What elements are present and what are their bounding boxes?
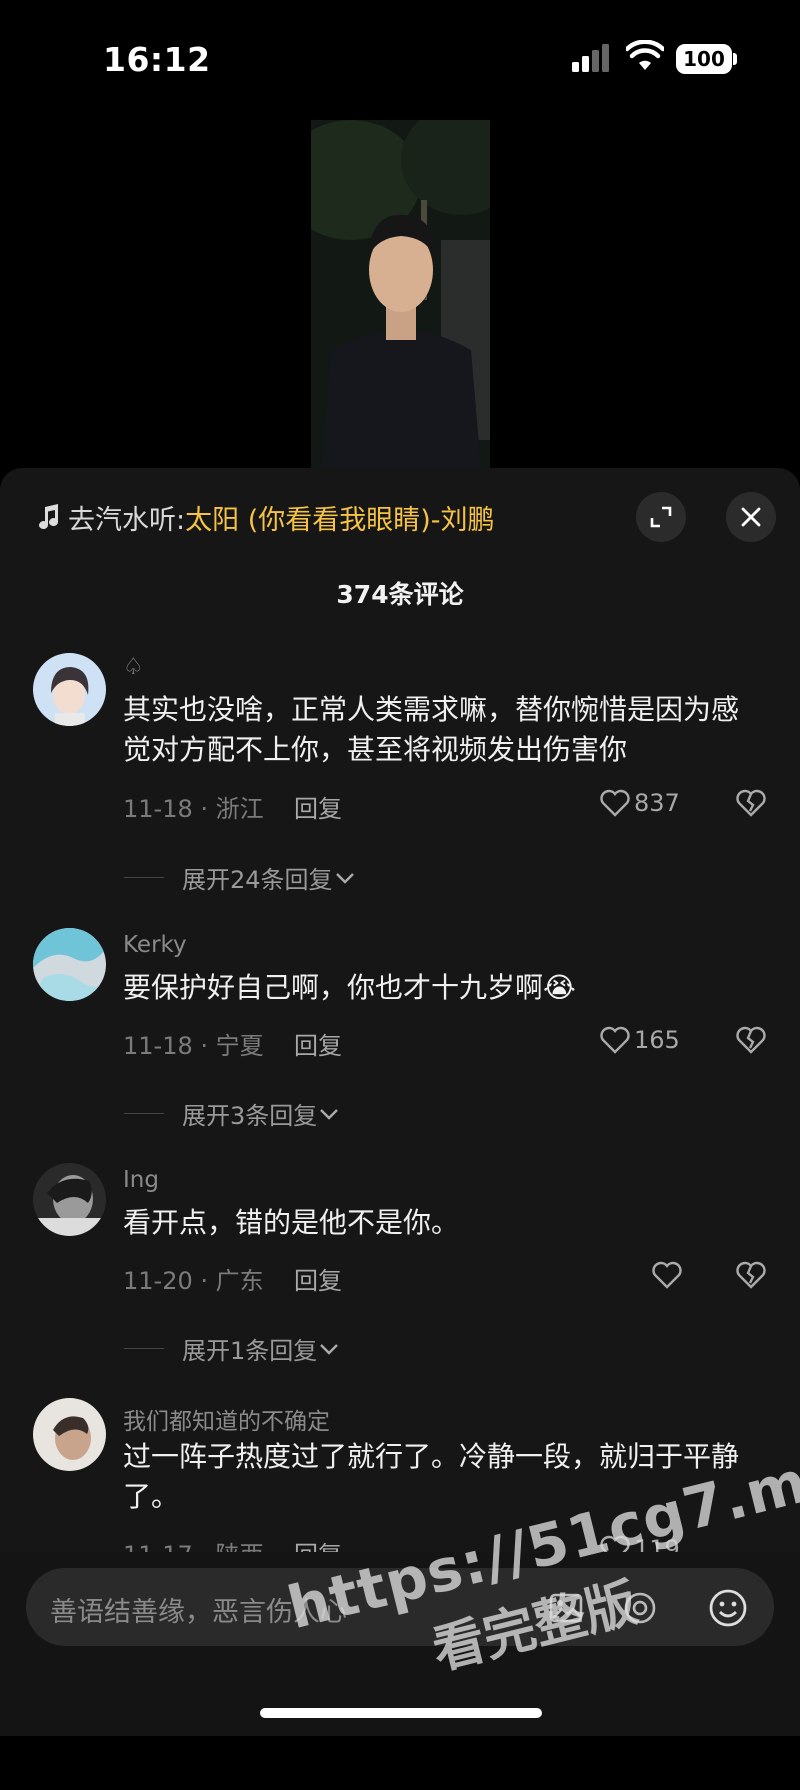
status-bar: 16:12 100 — [0, 0, 800, 118]
avatar[interactable] — [33, 1163, 106, 1236]
comment-text: 其实也没啥，正常人类需求嘛，替你惋惜是因为感觉对方配不上你，甚至将视频发出伤害你 — [123, 693, 740, 766]
comment-meta: 11-20 · 广东 — [123, 1267, 264, 1295]
avatar-image — [33, 928, 106, 1001]
dislike-button[interactable] — [736, 1261, 766, 1293]
video-frame — [311, 120, 490, 468]
comment-text: 过一阵子热度过了就行了。冷静一段，就归于平静了。 — [123, 1440, 740, 1513]
avatar-image — [33, 653, 106, 726]
like-button[interactable] — [652, 1261, 686, 1289]
comment-input-placeholder: 善语结善缘，恶言伤人心 — [50, 1597, 347, 1628]
expand-replies-label: 展开1条回复 — [182, 1337, 318, 1365]
chevron-down-icon — [320, 1108, 339, 1120]
comment-input[interactable]: 善语结善缘，恶言伤人心 — [26, 1568, 774, 1646]
comment-username[interactable]: Ing — [123, 1167, 159, 1193]
music-link[interactable]: 去汽水听: 太阳 (你看看我眼睛)-刘鹏 — [36, 495, 495, 539]
broken-heart-icon — [736, 1261, 766, 1289]
avatar[interactable] — [33, 1398, 106, 1471]
video-preview[interactable] — [311, 120, 490, 468]
expand-replies-label: 展开24条回复 — [182, 866, 333, 894]
comment-username[interactable]: Kerky — [123, 932, 187, 958]
avatar[interactable] — [33, 928, 106, 1001]
comment-panel — [0, 468, 800, 1736]
comment-meta: 11-18 · 宁夏 — [123, 1032, 264, 1060]
comment-text: 要保护好自己啊，你也才十九岁啊😭 — [123, 971, 576, 1004]
expand-replies-button[interactable]: 展开1条回复 — [124, 1331, 341, 1366]
expand-icon — [650, 506, 672, 528]
like-button[interactable]: 165 — [600, 1026, 680, 1054]
broken-heart-icon — [736, 1026, 766, 1054]
battery-indicator: 100 — [676, 44, 732, 74]
comment-text: 看开点，错的是他不是你。 — [123, 1206, 460, 1239]
divider — [124, 1113, 164, 1114]
divider — [124, 877, 164, 878]
avatar-image — [33, 1398, 106, 1471]
avatar-image — [33, 1163, 106, 1236]
reply-button[interactable]: 回复 — [294, 789, 342, 824]
signal-icon — [572, 44, 609, 72]
image-icon[interactable] — [548, 1590, 584, 1626]
chevron-down-icon — [320, 1343, 339, 1355]
home-indicator[interactable] — [260, 1708, 542, 1718]
avatar[interactable] — [33, 653, 106, 726]
dislike-button[interactable] — [736, 789, 766, 821]
broken-heart-icon — [736, 789, 766, 817]
music-prefix: 去汽水听: — [68, 504, 186, 536]
close-icon — [741, 507, 761, 527]
like-count: 165 — [634, 1026, 680, 1054]
at-icon[interactable] — [622, 1590, 658, 1626]
wifi-icon — [626, 40, 664, 70]
emoji-icon[interactable] — [708, 1588, 748, 1628]
comment-meta: 11-18 · 浙江 — [123, 795, 264, 823]
close-button[interactable] — [726, 492, 776, 542]
expand-replies-button[interactable]: 展开3条回复 — [124, 1096, 341, 1131]
expand-replies-label: 展开3条回复 — [182, 1102, 318, 1130]
comment-username[interactable]: ♤ — [123, 654, 144, 680]
reply-button[interactable]: 回复 — [294, 1261, 342, 1296]
like-count: 837 — [634, 789, 680, 817]
expand-replies-button[interactable]: 展开24条回复 — [124, 860, 357, 895]
music-title: 太阳 (你看看我眼睛)-刘鹏 — [185, 504, 495, 536]
like-button[interactable]: 837 — [600, 789, 680, 817]
heart-icon — [600, 1026, 630, 1054]
status-time: 16:12 — [103, 40, 211, 79]
reply-button[interactable]: 回复 — [294, 1026, 342, 1061]
chevron-down-icon — [335, 872, 354, 884]
divider — [124, 1348, 164, 1349]
battery-tip — [733, 53, 737, 65]
heart-icon — [652, 1261, 682, 1289]
music-note-icon — [39, 504, 59, 530]
dislike-button[interactable] — [736, 1026, 766, 1058]
comment-count: 374条评论 — [336, 580, 464, 609]
comment-username[interactable]: 我们都知道的不确定 — [123, 1402, 330, 1436]
heart-icon — [600, 789, 630, 817]
expand-button[interactable] — [636, 492, 686, 542]
